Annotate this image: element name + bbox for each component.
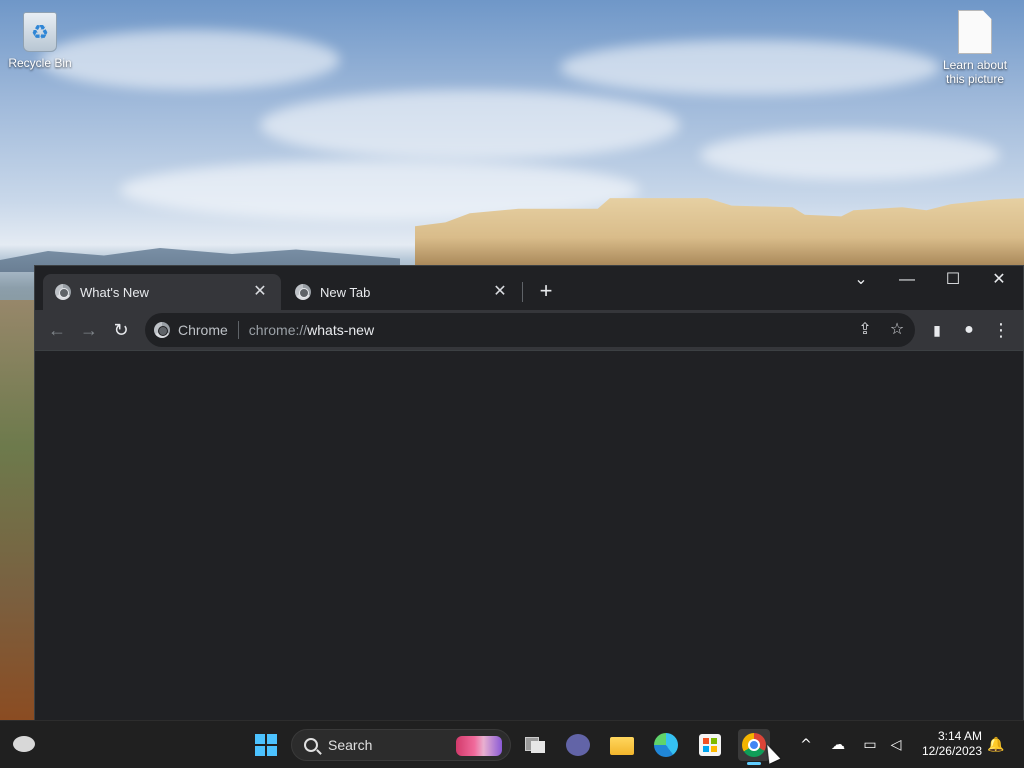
notification-bell-icon[interactable]: 🔔 — [986, 735, 1006, 755]
edge-icon — [654, 733, 678, 757]
taskbar-search[interactable]: Search — [291, 729, 511, 761]
browser-toolbar: ← → ↻ Chrome chrome://whats-new ⇪ ☆ ▮ ● … — [35, 310, 1023, 350]
running-indicator — [747, 762, 761, 765]
bookmark-star-icon[interactable]: ☆ — [883, 316, 911, 344]
document-icon — [958, 10, 992, 54]
desktop-icon-recycle-bin[interactable]: Recycle Bin — [0, 12, 80, 70]
url-scheme: chrome:// — [248, 322, 308, 338]
site-chip-label: Chrome — [178, 322, 228, 338]
close-window-button[interactable]: ✕ — [976, 266, 1022, 296]
maximize-button[interactable]: ☐ — [930, 266, 976, 296]
chrome-favicon-icon — [55, 284, 71, 300]
wallpaper-cliff — [0, 300, 36, 720]
task-view-icon-front — [531, 741, 545, 753]
tab-title: What's New — [80, 284, 149, 300]
wallpaper-cloud — [560, 40, 940, 95]
wallpaper-cloud — [700, 130, 1000, 180]
onedrive-icon[interactable]: ☁ — [828, 735, 848, 755]
taskbar: Search ^ ☁ ▭ ◁ 3:14 AM 12/26/2023 🔔 — [0, 720, 1024, 768]
folder-icon — [610, 737, 634, 755]
volume-muted-icon[interactable]: ◁ — [886, 735, 906, 755]
microsoft-store-button[interactable] — [694, 729, 726, 761]
chrome-menu-button[interactable]: ⋮ — [987, 316, 1015, 344]
tab-close-icon[interactable]: ✕ — [491, 283, 509, 301]
back-button[interactable]: ← — [43, 316, 71, 344]
wallpaper-cloud — [260, 90, 680, 160]
tab-separator — [522, 282, 523, 302]
tab-whats-new[interactable]: What's New ✕ — [43, 274, 281, 310]
start-button[interactable] — [250, 729, 282, 761]
recycle-bin-icon — [23, 12, 57, 52]
desktop-icon-label: Learn about this picture — [942, 58, 1008, 86]
search-highlight-art-icon — [456, 736, 502, 756]
tab-strip: What's New ✕ New Tab ✕ + ⌄ — ☐ ✕ — [35, 266, 1023, 310]
reload-button[interactable]: ↻ — [107, 316, 135, 344]
tab-title: New Tab — [320, 284, 371, 300]
task-view-button[interactable] — [519, 729, 551, 761]
url-host: whats-new — [307, 322, 375, 338]
search-label: Search — [328, 737, 373, 753]
edge-button[interactable] — [650, 729, 682, 761]
profile-button[interactable]: ● — [955, 316, 983, 344]
desktop-icon-learn-about-picture[interactable]: Learn about this picture — [935, 10, 1015, 86]
share-icon[interactable]: ⇪ — [851, 316, 879, 344]
chrome-window: What's New ✕ New Tab ✕ + ⌄ — ☐ ✕ ← → ↻ C… — [34, 265, 1024, 721]
tab-new-tab[interactable]: New Tab ✕ — [283, 274, 521, 310]
search-icon — [304, 738, 318, 752]
wallpaper-cloud — [40, 30, 340, 90]
teams-meet-button[interactable] — [562, 729, 594, 761]
clock-date: 12/26/2023 — [921, 744, 982, 758]
site-info-chip[interactable]: Chrome — [154, 322, 228, 338]
clock[interactable]: 3:14 AM 12/26/2023 — [910, 729, 982, 759]
chrome-logo-icon — [154, 322, 170, 338]
widgets-button[interactable] — [8, 729, 40, 761]
forward-button[interactable]: → — [75, 316, 103, 344]
chrome-favicon-icon — [295, 284, 311, 300]
weather-cloud-icon — [13, 736, 35, 752]
tab-search-button[interactable]: ⌄ — [838, 266, 884, 296]
minimize-button[interactable]: — — [884, 266, 930, 296]
desktop-icon-label: Recycle Bin — [8, 56, 72, 70]
new-tab-button[interactable]: + — [533, 278, 559, 304]
show-hidden-icons-button[interactable]: ^ — [796, 735, 816, 755]
clock-time: 3:14 AM — [937, 729, 982, 743]
page-content — [35, 350, 1023, 721]
side-panel-button[interactable]: ▮ — [923, 316, 951, 344]
address-bar[interactable]: Chrome chrome://whats-new ⇪ ☆ — [145, 313, 915, 347]
windows-logo-icon — [255, 734, 277, 756]
tab-close-icon[interactable]: ✕ — [251, 283, 269, 301]
url-text: chrome://whats-new — [249, 322, 374, 338]
chrome-icon — [742, 733, 766, 757]
file-explorer-button[interactable] — [606, 729, 638, 761]
network-icon[interactable]: ▭ — [860, 735, 880, 755]
address-divider — [237, 321, 239, 339]
meet-icon — [566, 734, 590, 756]
store-icon — [699, 734, 721, 756]
